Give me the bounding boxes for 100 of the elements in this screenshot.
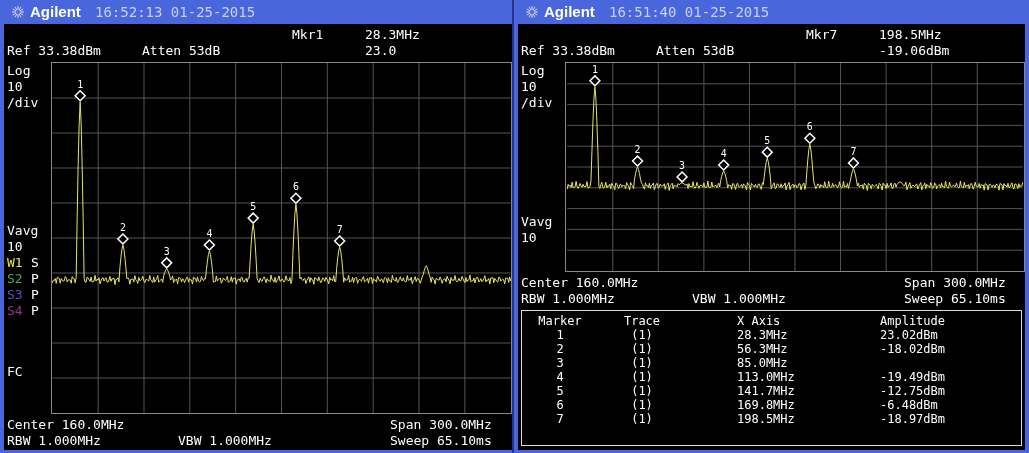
- marker-icon: [203, 238, 216, 251]
- trace-name: S3: [7, 287, 24, 303]
- scale-label: 10: [7, 79, 23, 94]
- table-cell: -18.02dBm: [880, 342, 946, 356]
- scale-label: Log: [521, 63, 545, 78]
- scale-label: Log: [7, 63, 31, 78]
- attenuation: Atten 53dB: [142, 43, 222, 59]
- trace-mode: P: [31, 303, 39, 319]
- table-cell: 28.3MHz: [737, 328, 788, 342]
- video-bandwidth: VBW 1.000MHz: [178, 433, 273, 449]
- marker-number: 2: [634, 144, 641, 156]
- marker-icon: [289, 192, 302, 205]
- average-label: Vavg: [7, 223, 39, 238]
- table-cell-text: (1): [630, 398, 654, 412]
- marker-number: 3: [679, 160, 686, 171]
- scale-label: 10: [521, 79, 537, 94]
- column-header: X Axis: [736, 314, 782, 328]
- trace-name: W1: [7, 255, 24, 271]
- marker-label: Mkr1: [292, 27, 325, 43]
- table-cell: 85.0MHz: [737, 356, 788, 370]
- marker-icon: [761, 146, 774, 159]
- brand-name: Agilent: [30, 1, 82, 22]
- marker-icon: [333, 234, 346, 247]
- resolution-bandwidth: RBW 1.000MHz: [7, 433, 102, 449]
- table-cell-text: 7: [555, 412, 565, 426]
- marker-number: 6: [806, 121, 813, 133]
- table-cell: 141.7MHz: [737, 384, 795, 398]
- marker-amplitude: -19.06dBm: [879, 43, 950, 59]
- column-header: Trace: [622, 314, 662, 328]
- average-label: 10: [521, 230, 537, 245]
- column-header: Marker: [537, 314, 583, 328]
- starburst-logo-icon: [525, 5, 539, 19]
- marker-label: Mkr7: [806, 27, 839, 43]
- resolution-bandwidth: RBW 1.000MHz: [521, 291, 616, 307]
- trace-name: S2: [7, 271, 24, 287]
- brand-name: Agilent: [544, 1, 596, 22]
- table-cell-text: 1: [555, 328, 565, 342]
- table-cell-text: 5: [555, 384, 565, 398]
- marker-icon: [676, 170, 689, 183]
- marker-number: 1: [77, 78, 84, 90]
- average-label: Vavg: [521, 214, 553, 229]
- marker-number: 3: [163, 245, 170, 257]
- marker-number: 5: [764, 135, 771, 147]
- average-label: 10: [7, 239, 23, 254]
- table-cell: -6.48dBm: [880, 398, 938, 412]
- table-cell-text: 2: [555, 342, 565, 356]
- marker-icon: [247, 212, 260, 225]
- center-frequency: Center 160.0MHz: [7, 417, 126, 433]
- scale-label: /div: [521, 95, 553, 110]
- marker-icon: [160, 256, 173, 269]
- table-cell: 56.3MHz: [737, 342, 788, 356]
- marker-icon: [803, 132, 816, 145]
- table-cell-text: (1): [630, 384, 654, 398]
- table-cell-text: 6: [555, 398, 565, 412]
- table-cell: -18.97dBm: [880, 412, 946, 426]
- marker-icon: [116, 232, 129, 246]
- table-cell-text: (1): [630, 412, 654, 426]
- column-header: Amplitude: [880, 314, 946, 328]
- marker-icon: [631, 155, 644, 168]
- video-bandwidth: VBW 1.000MHz: [692, 291, 787, 307]
- marker-icon: [588, 74, 601, 87]
- span-frequency: Span 300.0MHz: [390, 417, 492, 433]
- timestamp: 16:51:40 01-25-2015: [609, 2, 770, 22]
- marker-number: 1: [591, 63, 598, 75]
- table-cell: -19.49dBm: [880, 370, 946, 384]
- table-cell: 23.02dBm: [880, 328, 938, 342]
- timestamp: 16:52:13 01-25-2015: [95, 2, 256, 22]
- marker-frequency: 198.5MHz: [879, 27, 942, 43]
- trace-mode: S: [31, 255, 39, 271]
- marker-number: 2: [119, 222, 126, 234]
- marker-number: 7: [336, 224, 343, 236]
- trace-name: S4: [7, 303, 24, 319]
- attenuation: Atten 53dB: [656, 43, 736, 59]
- marker-amplitude: 23.0: [365, 43, 397, 59]
- starburst-logo-icon: [11, 5, 25, 19]
- table-cell: 198.5MHz: [737, 412, 795, 426]
- reference-level: Ref 33.38dBm: [7, 43, 102, 59]
- marker-number: 4: [206, 228, 213, 239]
- table-cell-text: (1): [630, 370, 654, 384]
- table-cell-text: (1): [630, 342, 654, 356]
- marker-number: 6: [292, 181, 299, 193]
- trace-mode: P: [31, 287, 39, 303]
- marker-icon: [847, 157, 860, 170]
- marker-icon: [717, 159, 730, 172]
- table-cell-text: (1): [630, 328, 654, 342]
- reference-level: Ref 33.38dBm: [521, 43, 616, 59]
- trace-mode: P: [31, 271, 39, 287]
- scale-label: /div: [7, 95, 39, 110]
- span-frequency: Span 300.0MHz: [904, 275, 1006, 291]
- table-cell: 169.8MHz: [737, 398, 795, 412]
- coupling-label: FC: [7, 364, 23, 379]
- marker-number: 4: [720, 148, 727, 160]
- table-cell-text: 4: [555, 370, 565, 384]
- sweep-time: Sweep 65.10ms: [904, 291, 1006, 307]
- table-cell: 113.0MHz: [737, 370, 795, 384]
- marker-number: 7: [850, 146, 857, 158]
- table-cell-text: 3: [555, 356, 565, 370]
- marker-icon: [74, 89, 87, 102]
- table-cell-text: (1): [630, 356, 654, 370]
- table-cell: -12.75dBm: [880, 384, 946, 398]
